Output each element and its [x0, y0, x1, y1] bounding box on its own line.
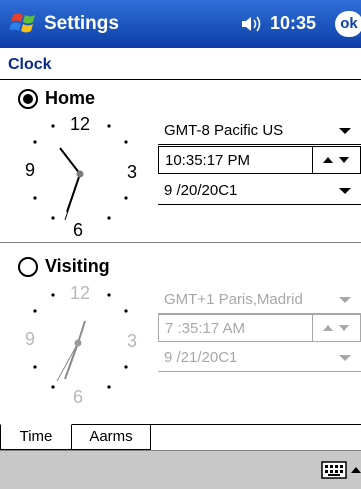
visiting-timezone-value: GMT+1 Paris,Madrid: [164, 291, 303, 308]
section-divider: [0, 242, 361, 243]
clock-center: [74, 339, 82, 347]
chevron-down-icon: [339, 128, 351, 134]
home-timezone-dropdown[interactable]: GMT-8 Pacific US: [158, 117, 361, 145]
app-title: Settings: [44, 13, 119, 34]
keyboard-icon[interactable]: [321, 461, 347, 479]
visiting-date-value: 9 /21/20C1: [164, 349, 238, 366]
spin-down-icon[interactable]: [339, 325, 349, 331]
system-clock[interactable]: 10:35: [270, 13, 316, 34]
minute-hand: [64, 342, 79, 380]
second-hand: [64, 173, 81, 221]
spin-up-icon[interactable]: [323, 325, 333, 331]
clock-numeral-9: 9: [25, 329, 35, 349]
chevron-down-icon: [339, 297, 351, 303]
visiting-analog-clock: 12 3 6 9: [25, 283, 137, 407]
home-date-value: 9 /20/20C1: [164, 182, 238, 199]
home-time-field[interactable]: 10:35:17 PM: [158, 146, 361, 174]
clock-numeral-3: 3: [127, 331, 137, 351]
home-time-value: 10:35:17 PM: [165, 152, 251, 169]
clock-numeral-3: 3: [127, 162, 137, 182]
clock-numeral-12: 12: [70, 283, 90, 303]
home-time-spinner[interactable]: [312, 146, 361, 174]
visiting-time-value: 7 :35:17 AM: [165, 320, 246, 337]
clock-numeral-6: 6: [73, 220, 83, 240]
windows-start-icon[interactable]: [10, 9, 40, 37]
home-analog-clock: 12 3 6 9: [25, 114, 137, 240]
home-date-dropdown[interactable]: 9 /20/20C1: [158, 177, 361, 205]
ok-button[interactable]: ok: [335, 11, 361, 37]
input-panel-arrow-icon[interactable]: [351, 467, 361, 473]
visiting-timezone-dropdown[interactable]: GMT+1 Paris,Madrid: [158, 286, 361, 314]
clock-numeral-9: 9: [25, 160, 35, 180]
spin-down-icon[interactable]: [339, 157, 349, 163]
page-title: Clock: [8, 56, 52, 73]
clock-center: [76, 170, 84, 178]
visiting-radio[interactable]: [18, 257, 38, 277]
tab-alarms[interactable]: Aarms: [72, 424, 151, 450]
home-timezone-value: GMT-8 Pacific US: [164, 122, 284, 139]
spin-up-icon[interactable]: [323, 157, 333, 163]
tab-time[interactable]: Time: [0, 424, 72, 450]
visiting-date-dropdown[interactable]: 9 /21/20C1: [158, 344, 361, 372]
clock-numeral-12: 12: [70, 114, 90, 134]
home-radio[interactable]: [18, 89, 38, 109]
radio-selected-dot: [23, 94, 33, 104]
command-bar: [0, 450, 361, 489]
chevron-down-icon: [339, 188, 351, 194]
home-label: Home: [45, 88, 96, 108]
title-bar: Settings 10:35 ok: [0, 0, 361, 48]
second-hand: [56, 342, 79, 382]
speaker-icon[interactable]: [240, 14, 264, 34]
header-divider: [0, 79, 361, 80]
clock-numeral-6: 6: [73, 387, 83, 407]
visiting-time-field[interactable]: 7 :35:17 AM: [158, 314, 361, 342]
chevron-down-icon: [339, 355, 351, 361]
visiting-time-spinner[interactable]: [312, 314, 361, 342]
visiting-label: Visiting: [45, 256, 110, 276]
hour-hand: [59, 147, 81, 175]
